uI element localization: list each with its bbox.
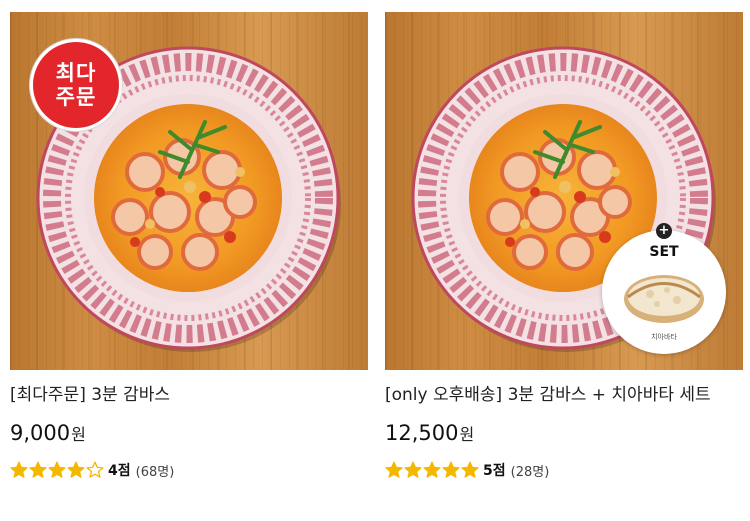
star-filled-icon xyxy=(10,461,28,478)
set-bundle-badge: + SET 치아바타 xyxy=(602,223,726,354)
star-rating xyxy=(385,461,479,479)
price-value: 9,000 xyxy=(10,421,71,445)
product-image[interactable]: 최다주문 xyxy=(10,12,368,370)
star-filled-icon xyxy=(404,461,422,478)
product-rating: 4점 (68명) xyxy=(10,460,368,480)
star-filled-icon xyxy=(48,461,66,478)
product-price: 9,000원 xyxy=(10,420,368,448)
product-rating: 5점 (28명) xyxy=(385,460,743,480)
currency-label: 원 xyxy=(71,425,86,444)
product-card[interactable]: 최다주문 [최다주문] 3분 감바스 9,000원 4점 (68명) xyxy=(10,12,368,480)
product-title[interactable]: [최다주문] 3분 감바스 xyxy=(10,384,368,406)
star-filled-icon xyxy=(67,461,85,478)
best-order-badge: 최다주문 xyxy=(30,39,122,131)
star-rating xyxy=(10,461,104,479)
set-label: SET xyxy=(649,244,679,260)
price-value: 12,500 xyxy=(385,421,459,445)
rating-score: 5점 xyxy=(483,463,506,479)
star-filled-icon xyxy=(29,461,47,478)
currency-label: 원 xyxy=(459,425,475,444)
product-title[interactable]: [only 오후배송] 3분 감바스 + 치아바타 세트 xyxy=(385,384,743,406)
product-price: 12,500원 xyxy=(385,420,743,448)
product-card[interactable]: + SET 치아바타 [only 오후배송] 3분 감바스 + 치아바타 세트 … xyxy=(385,12,743,480)
star-filled-icon xyxy=(461,461,479,478)
rating-score: 4점 xyxy=(108,463,131,479)
review-count: (28명) xyxy=(510,464,550,480)
star-filled-icon xyxy=(442,461,460,478)
review-count: (68명) xyxy=(135,464,175,480)
set-item-caption: 치아바타 xyxy=(651,333,677,341)
star-filled-icon xyxy=(385,461,403,478)
star-filled-icon xyxy=(423,461,441,478)
plus-icon: + xyxy=(656,223,672,239)
ciabatta-bread-icon xyxy=(624,275,704,323)
product-grid: 최다주문 [최다주문] 3분 감바스 9,000원 4점 (68명) + SET… xyxy=(0,0,750,521)
star-empty-icon xyxy=(86,461,104,478)
product-image[interactable]: + SET 치아바타 xyxy=(385,12,743,370)
